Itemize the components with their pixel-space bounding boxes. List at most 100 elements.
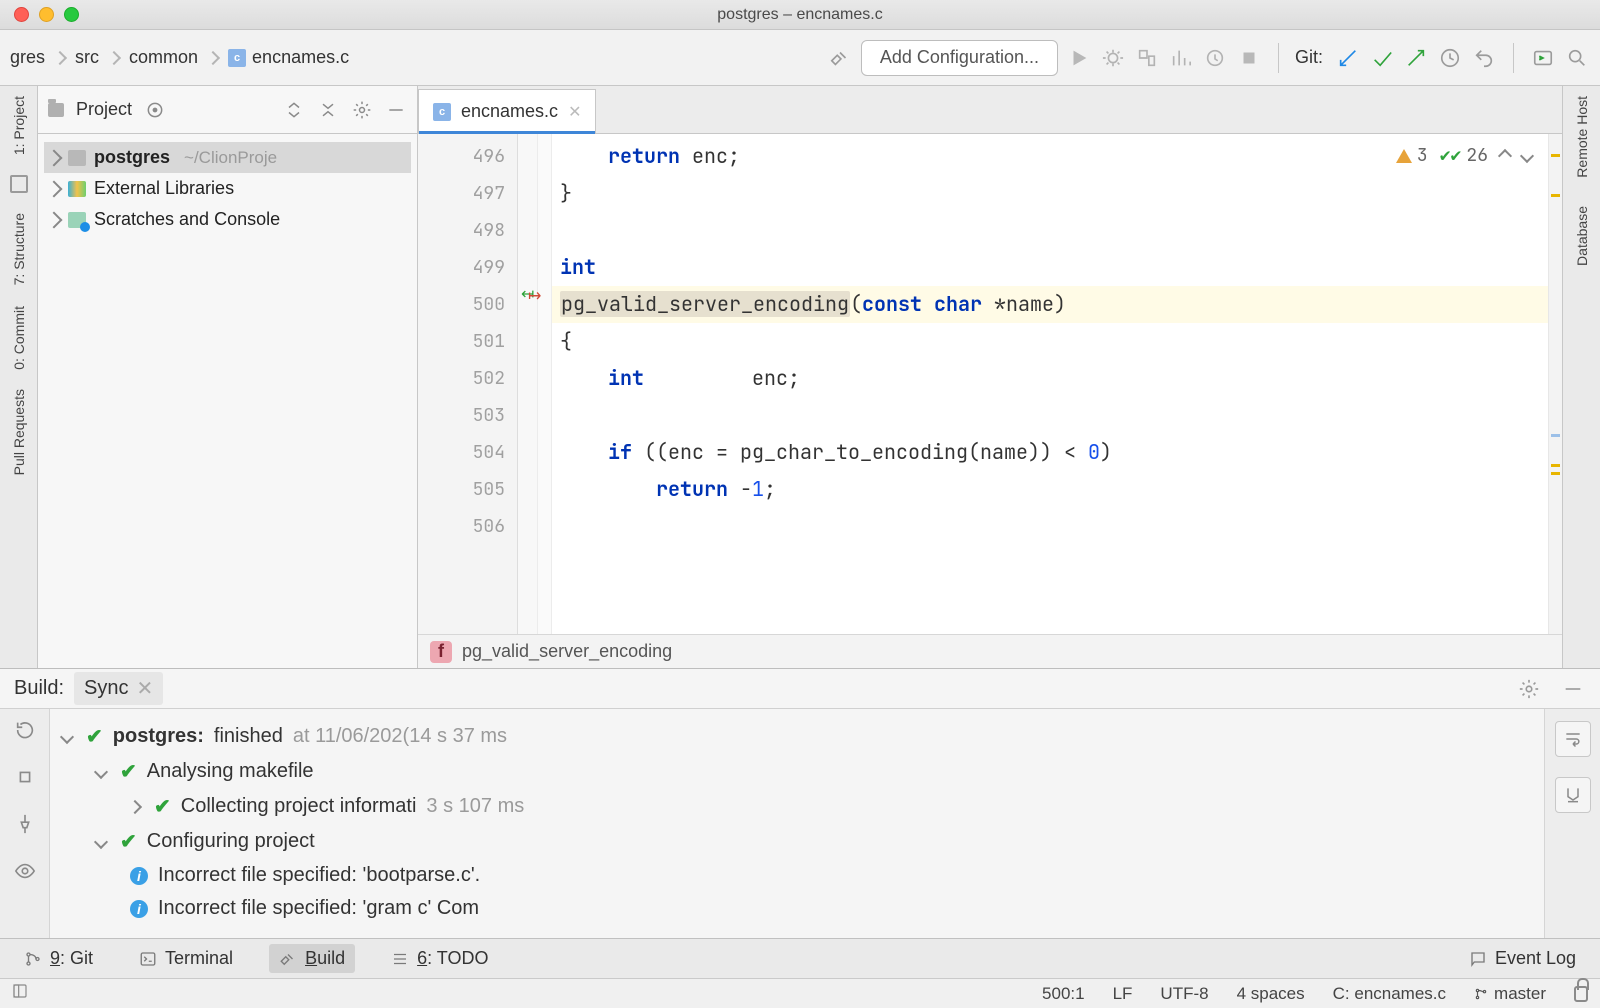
breadcrumb-item[interactable]: src <box>75 47 99 68</box>
warning-marker[interactable] <box>1551 154 1560 157</box>
breadcrumb-item[interactable]: gres <box>10 47 45 68</box>
inspection-widget[interactable]: 3 ✔✔26 <box>1396 144 1532 167</box>
chevron-right-icon <box>107 50 121 64</box>
tree-node-scratches[interactable]: Scratches and Console <box>44 204 411 235</box>
c-file-icon <box>228 49 246 67</box>
editor-tab[interactable]: encnames.c ✕ <box>418 89 596 133</box>
tool-window-button-pull-requests[interactable]: Pull Requests <box>11 389 27 475</box>
library-icon <box>68 181 86 197</box>
vcs-update-icon[interactable] <box>1335 45 1361 71</box>
prev-highlight-icon[interactable] <box>1498 148 1512 162</box>
vcs-rollback-icon[interactable] <box>1471 45 1497 71</box>
status-encoding[interactable]: UTF-8 <box>1160 984 1208 1004</box>
event-log-button[interactable]: Event Log <box>1459 944 1586 973</box>
build-tree-row[interactable]: ✔ Configuring project <box>58 824 1536 859</box>
scroll-to-end-button[interactable] <box>1555 777 1591 813</box>
fold-strip[interactable] <box>538 134 552 634</box>
vcs-commit-icon[interactable] <box>1369 45 1395 71</box>
vcs-history-icon[interactable] <box>1437 45 1463 71</box>
c-file-icon <box>433 103 451 121</box>
eye-icon[interactable] <box>14 860 36 885</box>
build-panel-title: Build: <box>14 677 64 700</box>
tool-window-button-project[interactable]: 1: Project <box>11 96 27 155</box>
coverage-icon[interactable] <box>1134 45 1160 71</box>
stop-icon[interactable] <box>14 766 36 791</box>
close-tab-icon[interactable]: ✕ <box>568 102 581 122</box>
build-tree-row[interactable]: ✔ postgres: finished at 11/06/202(14 s 3… <box>58 719 1536 754</box>
info-marker[interactable] <box>1551 434 1560 437</box>
tree-node-external-libs[interactable]: External Libraries <box>44 173 411 204</box>
build-right-toolbar <box>1544 709 1600 938</box>
line-number-gutter[interactable]: 496497498499500501502503504505506 <box>418 134 518 634</box>
chevron-right-icon[interactable] <box>46 149 63 166</box>
folder-icon <box>68 150 86 166</box>
warning-marker[interactable] <box>1551 472 1560 475</box>
error-stripe[interactable] <box>1548 134 1562 634</box>
build-tree-row[interactable]: ✔ Analysing makefile <box>58 754 1536 789</box>
rerun-icon[interactable] <box>14 719 36 744</box>
debug-icon[interactable] <box>1100 45 1126 71</box>
run-icon[interactable] <box>1066 45 1092 71</box>
status-line-separator[interactable]: LF <box>1113 984 1133 1004</box>
editor-breadcrumbs: f pg_valid_server_encoding <box>418 634 1562 668</box>
tool-window-button-todo[interactable]: 6: TODO <box>381 944 498 973</box>
next-highlight-icon[interactable] <box>1520 148 1534 162</box>
tool-window-button-build[interactable]: Build <box>269 944 355 973</box>
tool-window-button-git[interactable]: 9: Git <box>14 944 103 973</box>
select-opened-file-icon[interactable] <box>144 99 166 121</box>
build-tree-row[interactable]: i Incorrect file specified: 'gram c' Com <box>58 892 1536 925</box>
tree-node-root[interactable]: postgres ~/ClionProje <box>44 142 411 173</box>
code-editor[interactable]: 3 ✔✔26 return enc;}intpg_valid_server_en… <box>552 134 1548 634</box>
status-caret-position[interactable]: 500:1 <box>1042 984 1085 1004</box>
breadcrumb-item[interactable]: encnames.c <box>228 47 349 68</box>
settings-gear-icon[interactable] <box>351 99 373 121</box>
chevron-right-icon[interactable] <box>46 211 63 228</box>
build-tree-row[interactable]: ✔ Collecting project informati 3 s 107 m… <box>58 789 1536 824</box>
left-tool-rail: 1: Project 7: Structure 0: Commit Pull R… <box>0 86 38 668</box>
build-output-tree[interactable]: ✔ postgres: finished at 11/06/202(14 s 3… <box>50 709 1544 938</box>
warnings-badge[interactable]: 3 <box>1396 144 1428 167</box>
readonly-lock-icon[interactable] <box>1574 986 1588 1002</box>
warning-marker[interactable] <box>1551 464 1560 467</box>
tool-window-button-terminal[interactable]: Terminal <box>129 944 243 973</box>
build-side-toolbar <box>0 709 50 938</box>
scratch-icon <box>68 212 86 228</box>
build-hammer-icon[interactable] <box>827 45 853 71</box>
tool-window-button-remote-host[interactable]: Remote Host <box>1574 96 1590 178</box>
status-context[interactable]: C: encnames.c <box>1333 984 1446 1004</box>
tool-window-button-database[interactable]: Database <box>1574 206 1590 266</box>
run-anything-icon[interactable] <box>1530 45 1556 71</box>
collapse-all-icon[interactable] <box>317 99 339 121</box>
build-sync-tab[interactable]: Sync ✕ <box>74 672 163 705</box>
status-indent[interactable]: 4 spaces <box>1237 984 1305 1004</box>
hide-panel-icon[interactable] <box>1560 676 1586 702</box>
project-tree[interactable]: postgres ~/ClionProje External Libraries… <box>38 134 417 243</box>
breadcrumb-function[interactable]: pg_valid_server_encoding <box>462 641 672 662</box>
warning-marker[interactable] <box>1551 194 1560 197</box>
profile-icon[interactable] <box>1168 45 1194 71</box>
check-icon: ✔✔ <box>1440 144 1462 167</box>
chevron-right-icon[interactable] <box>46 180 63 197</box>
status-quick-access-icon[interactable] <box>12 983 28 1004</box>
run-configuration-selector[interactable]: Add Configuration... <box>861 40 1058 76</box>
attach-icon[interactable] <box>1202 45 1228 71</box>
hide-panel-icon[interactable] <box>385 99 407 121</box>
close-icon[interactable]: ✕ <box>137 676 154 701</box>
settings-gear-icon[interactable] <box>1516 676 1542 702</box>
editor-tabs: encnames.c ✕ <box>418 86 1562 134</box>
breadcrumb-item[interactable]: common <box>129 47 198 68</box>
project-tool-window: Project postgres ~/ClionProje E <box>38 86 418 668</box>
tool-window-button-structure[interactable]: 7: Structure <box>11 213 27 285</box>
soft-wrap-button[interactable] <box>1555 721 1591 757</box>
vcs-push-icon[interactable] <box>1403 45 1429 71</box>
stop-icon[interactable] <box>1236 45 1262 71</box>
expand-all-icon[interactable] <box>283 99 305 121</box>
pin-icon[interactable] <box>14 813 36 838</box>
status-git-branch[interactable]: master <box>1474 984 1546 1004</box>
weak-warnings-badge[interactable]: ✔✔26 <box>1440 144 1488 167</box>
build-tree-row[interactable]: i Incorrect file specified: 'bootparse.c… <box>58 859 1536 892</box>
vcs-modified-marker-icon: ↦ <box>528 286 541 306</box>
tool-window-button-commit[interactable]: 0: Commit <box>11 306 27 370</box>
search-everywhere-icon[interactable] <box>1564 45 1590 71</box>
status-bar: 500:1 LF UTF-8 4 spaces C: encnames.c ma… <box>0 978 1600 1008</box>
